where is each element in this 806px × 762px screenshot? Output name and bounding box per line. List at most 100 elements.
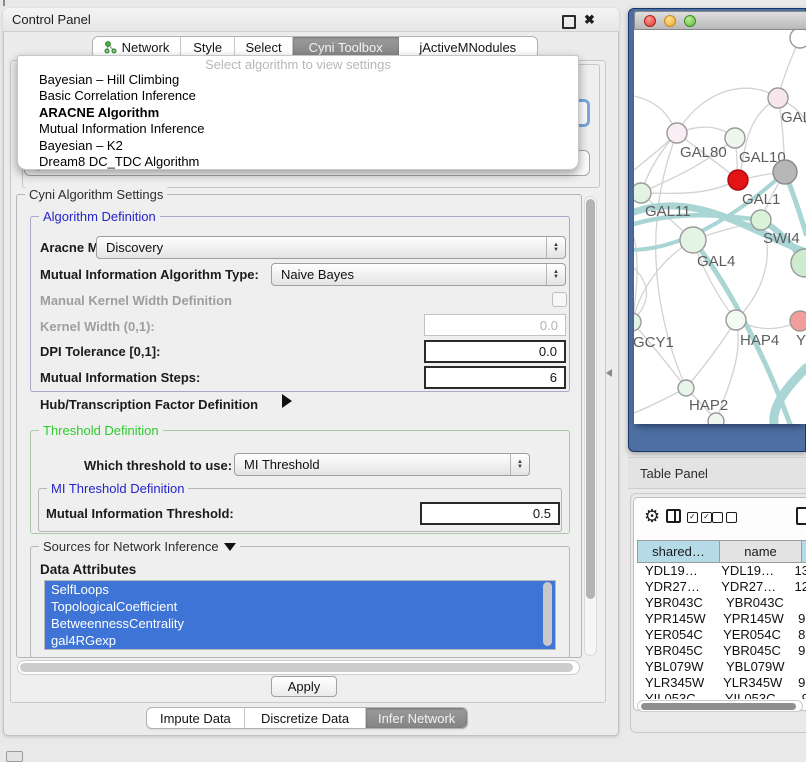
attributes-scrollbar-thumb[interactable] <box>543 582 552 646</box>
dropdown-item[interactable]: Bayesian – Hill Climbing <box>18 72 578 88</box>
column-header-label: shared… <box>652 544 705 559</box>
manual-kernel-checkbox[interactable] <box>552 292 567 307</box>
network-node[interactable] <box>790 30 806 48</box>
network-node[interactable] <box>773 160 797 184</box>
deselect-all-columns-icon[interactable] <box>712 512 737 523</box>
select-all-columns-icon[interactable]: ✓✓ <box>687 512 712 523</box>
cell-shared-name: YPR145W <box>637 611 715 627</box>
network-node-hap2[interactable] <box>678 380 694 396</box>
network-node-hap4[interactable] <box>726 310 746 330</box>
float-button[interactable] <box>562 15 576 34</box>
expand-arrow-icon[interactable] <box>282 394 292 408</box>
apply-button[interactable]: Apply <box>271 676 337 697</box>
mini-panel-button[interactable] <box>6 751 23 762</box>
splitter-collapse-arrow[interactable] <box>606 369 612 377</box>
attribute-item[interactable]: TopologicalCoefficient <box>45 598 555 615</box>
attribute-item[interactable]: SelfLoops <box>45 581 555 598</box>
table-header-row: shared… name A <box>637 540 806 563</box>
node-label: GCY1 <box>634 334 674 351</box>
node-label: GAL11 <box>645 203 691 220</box>
network-edge[interactable] <box>774 368 806 424</box>
dropdown-item[interactable]: ARACNE Algorithm <box>18 105 578 121</box>
mi-steps-value: 6 <box>550 370 557 385</box>
close-button[interactable]: ✖ <box>584 15 595 25</box>
dropdown-item[interactable]: Bayesian – K2 <box>18 138 578 154</box>
aracne-mode-value: Discovery <box>106 240 163 255</box>
cell-name: YBR045C <box>715 643 793 659</box>
dpi-tolerance-field[interactable]: 0.0 <box>424 340 566 363</box>
bottom-tabbar: Impute Data Discretize Data Infer Networ… <box>146 707 468 729</box>
network-window-titlebar[interactable] <box>634 11 806 30</box>
settings-horizontal-scrollbar[interactable] <box>17 660 580 675</box>
gear-icon[interactable]: ⚙ <box>644 506 660 527</box>
column-header-name[interactable]: name <box>720 540 802 563</box>
table-panel-header[interactable]: Table Panel <box>628 457 806 489</box>
aracne-mode-combobox[interactable]: Discovery ▲▼ <box>96 236 566 259</box>
network-node[interactable] <box>708 413 724 424</box>
network-node-gal80[interactable] <box>667 123 687 143</box>
window-minimize-button[interactable] <box>664 15 676 27</box>
network-icon <box>104 41 117 54</box>
tab-infer-network[interactable]: Infer Network <box>366 708 467 728</box>
attribute-item[interactable]: gal4RGexp <box>45 632 555 649</box>
columns-icon[interactable] <box>666 509 681 523</box>
network-node-gal1[interactable] <box>728 170 748 190</box>
network-node-gal4[interactable] <box>680 227 706 253</box>
table-row[interactable]: YBR043C YBR043C <box>637 595 806 611</box>
cell-shared-name: YLR345W <box>637 675 715 691</box>
table-row[interactable]: YPR145W YPR145W 9. <box>637 611 806 627</box>
network-edge[interactable] <box>686 320 736 388</box>
tab-discretize-data[interactable]: Discretize Data <box>245 708 366 728</box>
network-node-gal10[interactable] <box>725 128 745 148</box>
group-title: Cyni Algorithm Settings <box>25 187 167 202</box>
column-header-third[interactable]: A <box>802 540 806 563</box>
stepper-icon: ▲▼ <box>546 237 565 258</box>
column-header-shared[interactable]: shared… <box>637 540 720 563</box>
kernel-width-field[interactable]: 0.0 <box>424 314 566 336</box>
table-body[interactable]: YDL19… YDL19… 13 YDR27… YDR27… 12 YBR043… <box>637 563 806 699</box>
table-row[interactable]: YDL19… YDL19… 13 <box>637 563 806 579</box>
cell-shared-name: YDR27… <box>637 579 713 595</box>
network-edge[interactable] <box>634 322 686 388</box>
cell-shared-name: YIL053C <box>637 691 717 699</box>
network-node-gal11[interactable] <box>634 183 651 203</box>
mi-threshold-field[interactable]: 0.5 <box>420 502 560 525</box>
tab-impute-data[interactable]: Impute Data <box>147 708 245 728</box>
table-row[interactable]: YIL053C YIL053C 9 <box>637 691 806 699</box>
window-close-button[interactable] <box>644 15 656 27</box>
sources-title: Sources for Network Inference <box>43 539 219 554</box>
settings-vertical-scrollbar[interactable] <box>584 196 597 656</box>
control-panel-titlebar[interactable]: Control Panel <box>3 8 619 32</box>
data-attributes-list[interactable]: SelfLoopsTopologicalCoefficientBetweenne… <box>44 580 556 650</box>
network-node-y[interactable] <box>790 311 806 331</box>
dropdown-item[interactable]: Mutual Information Inference <box>18 121 578 137</box>
table-row[interactable]: YLR345W YLR345W 9. <box>637 675 806 691</box>
cell-shared-name: YBR045C <box>637 643 715 659</box>
network-node-swi4[interactable] <box>751 210 771 230</box>
table-row[interactable]: YBL079W YBL079W <box>637 659 806 675</box>
network-node-gal[interactable] <box>768 88 788 108</box>
table-row[interactable]: YDR27… YDR27… 12 <box>637 579 806 595</box>
settings-vertical-scrollbar-thumb[interactable] <box>586 199 595 599</box>
network-node-gcy1[interactable] <box>634 313 641 331</box>
table-row[interactable]: YER054C YER054C 8. <box>637 627 806 643</box>
table-horizontal-scrollbar-thumb[interactable] <box>641 703 796 710</box>
tab-label: Style <box>193 40 222 55</box>
which-threshold-combobox[interactable]: MI Threshold ▲▼ <box>234 453 530 476</box>
table-row[interactable]: YBR045C YBR045C 9. <box>637 643 806 659</box>
attribute-item[interactable]: BetweennessCentrality <box>45 615 555 632</box>
mi-steps-field[interactable]: 6 <box>424 366 566 389</box>
node-label: HAP2 <box>689 397 728 414</box>
new-table-icon[interactable] <box>796 507 806 525</box>
node-label: GAL4 <box>697 253 735 270</box>
dropdown-item[interactable]: Basic Correlation Inference <box>18 88 578 104</box>
dropdown-item[interactable]: Dream8 DC_TDC Algorithm <box>18 154 578 170</box>
table-horizontal-scrollbar[interactable] <box>637 700 803 712</box>
network-node[interactable] <box>791 249 806 277</box>
group-title-row[interactable]: Sources for Network Inference <box>39 539 240 554</box>
mi-type-combobox[interactable]: Naive Bayes ▲▼ <box>271 263 566 286</box>
settings-horizontal-scrollbar-thumb[interactable] <box>20 663 573 672</box>
window-zoom-button[interactable] <box>684 15 696 27</box>
network-edge[interactable] <box>634 240 693 322</box>
network-canvas[interactable]: GALGAL80GAL10GAL1GAL11SWI4GAL4HAP4YGCY1H… <box>634 30 806 424</box>
